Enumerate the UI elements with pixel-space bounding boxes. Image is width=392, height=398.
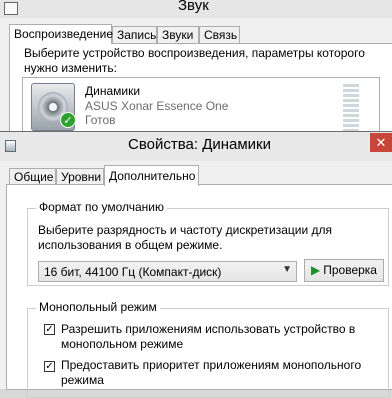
tab-recording[interactable]: Запись [112, 26, 157, 43]
properties-tabs: Общие Уровни Дополнительно [0, 165, 392, 186]
tab-levels[interactable]: Уровни [56, 168, 104, 185]
sound-window-titlebar[interactable]: Звук [0, 0, 392, 18]
default-format-description: Выберите разрядность и частоту дискретиз… [38, 223, 333, 252]
default-format-group: Формат по умолчанию Выберите разрядность… [27, 200, 389, 286]
device-model: ASUS Xonar Essence One [85, 99, 229, 113]
properties-titlebar[interactable]: Свойства: Динамики ✕ [0, 132, 392, 161]
exclusive-mode-label: Монопольный режим [36, 300, 160, 314]
tab-playback[interactable]: Воспроизведение [9, 24, 113, 44]
tab-general[interactable]: Общие [9, 168, 56, 185]
advanced-panel: Формат по умолчанию Выберите разрядность… [6, 184, 392, 398]
chevron-down-icon: ▼ [282, 264, 292, 275]
allow-exclusive-checkbox[interactable]: ✓ [44, 324, 55, 335]
sound-window-title: Звук [178, 0, 209, 14]
allow-exclusive-label[interactable]: Разрешить приложениям использовать устро… [61, 322, 381, 352]
device-list[interactable]: ✓ Динамики ASUS Xonar Essence One Готов [22, 77, 380, 139]
play-icon: ▶ [311, 263, 321, 277]
test-button[interactable]: ▶ Проверка [304, 259, 384, 282]
playback-panel: Выберите устройство воспроизведения, пар… [9, 43, 392, 140]
device-name: Динамики [85, 84, 141, 98]
tab-communications[interactable]: Связь [199, 26, 240, 43]
default-format-label: Формат по умолчанию [36, 200, 167, 214]
playback-description: Выберите устройство воспроизведения, пар… [24, 46, 365, 75]
tab-sounds[interactable]: Звуки [157, 26, 199, 43]
default-device-check-icon: ✓ [60, 112, 76, 128]
volume-level-meter [343, 82, 359, 134]
exclusive-mode-group: Монопольный режим ✓ Разрешить приложения… [27, 300, 389, 398]
give-priority-label[interactable]: Предоставить приоритет приложениям моноп… [61, 358, 381, 388]
sound-tabs: Воспроизведение Запись Звуки Связь [0, 24, 392, 44]
speaker-properties-window: Свойства: Динамики ✕ Общие Уровни Дополн… [0, 131, 392, 398]
properties-window-title: Свойства: Динамики [128, 136, 271, 153]
test-button-label: Проверка [323, 263, 377, 277]
device-status: Готов [85, 113, 116, 127]
give-priority-checkbox[interactable]: ✓ [44, 361, 55, 372]
speaker-icon: ✓ [31, 83, 76, 131]
close-button[interactable]: ✕ [370, 133, 392, 152]
tab-advanced[interactable]: Дополнительно [104, 165, 199, 186]
sample-format-dropdown[interactable]: 16 бит, 44100 Гц (Компакт-диск) ▼ [38, 261, 297, 282]
sound-window: Звук Воспроизведение Запись Звуки Связь … [0, 0, 392, 140]
sample-format-value: 16 бит, 44100 Гц (Компакт-диск) [44, 265, 222, 279]
speaker-small-icon [5, 140, 16, 152]
window-app-icon [4, 2, 18, 15]
